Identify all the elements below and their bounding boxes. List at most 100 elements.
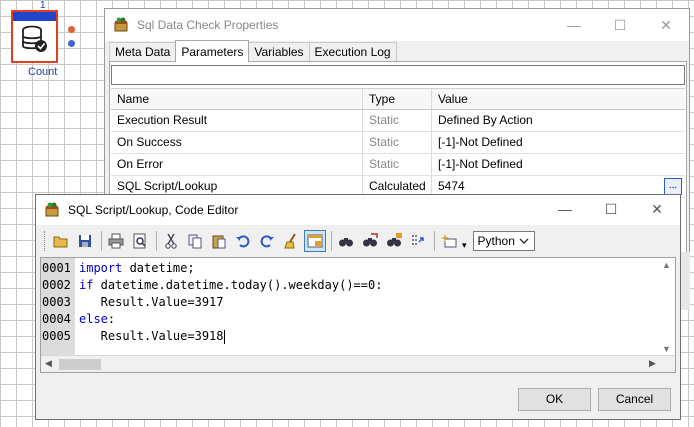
find-next-button[interactable]: [359, 230, 381, 252]
undo-button[interactable]: [232, 230, 254, 252]
scroll-down-icon[interactable]: ▼: [662, 344, 671, 354]
code-text: else:: [75, 311, 115, 328]
node-header-bar: [13, 12, 56, 21]
table-row[interactable]: On Error Static [-1]-Not Defined: [111, 154, 685, 176]
cell-value[interactable]: [-1]-Not Defined: [432, 132, 685, 153]
properties-title: Sql Data Check Properties: [137, 18, 279, 32]
maximize-icon: ☐: [613, 16, 627, 33]
line-number: 0004: [42, 312, 71, 326]
close-button[interactable]: ✕: [643, 9, 689, 41]
replace-icon: [387, 233, 402, 247]
node-error-port[interactable]: [68, 26, 75, 33]
goto-button[interactable]: [407, 230, 429, 252]
cell-value[interactable]: Defined By Action: [432, 110, 685, 131]
paste-icon: [212, 235, 226, 249]
text-caret: [223, 329, 225, 344]
cut-button[interactable]: [160, 230, 182, 252]
line-number: 0002: [42, 278, 71, 292]
maximize-button[interactable]: ☐: [597, 9, 643, 41]
save-icon: [79, 235, 91, 247]
close-button[interactable]: ✕: [634, 194, 680, 224]
cell-name: Execution Result: [111, 110, 363, 131]
ok-button[interactable]: OK: [518, 388, 591, 411]
toolbar-separator: [331, 231, 332, 251]
line-number: 0005: [42, 329, 71, 343]
minimize-button[interactable]: —: [542, 194, 588, 224]
database-check-icon: [22, 25, 47, 52]
code-text: import datetime;: [75, 260, 195, 277]
maximize-icon: ☐: [604, 200, 618, 217]
save-button[interactable]: [74, 230, 96, 252]
cancel-button[interactable]: Cancel: [598, 388, 671, 411]
paste-button[interactable]: [208, 230, 230, 252]
column-header-name[interactable]: Name: [111, 89, 363, 109]
horizontal-scroll-thumb[interactable]: [59, 359, 101, 370]
cell-type: Static: [363, 132, 432, 153]
tab-variables[interactable]: Variables: [248, 42, 310, 62]
maximize-button[interactable]: ☐: [588, 194, 634, 224]
keyword: import: [79, 261, 123, 275]
toolbar-separator: [156, 231, 157, 251]
print-preview-button[interactable]: [129, 230, 151, 252]
code-line: 0002 if datetime.datetime.today().weekda…: [41, 277, 382, 294]
node-success-port[interactable]: [68, 40, 75, 47]
close-icon: ✕: [651, 200, 663, 217]
redo-button[interactable]: [256, 230, 278, 252]
vertical-scrollbar[interactable]: ▲ ▼: [658, 258, 675, 356]
column-header-value[interactable]: Value: [432, 89, 685, 109]
find-next-icon: [363, 233, 378, 247]
toggle-view-button[interactable]: [304, 230, 326, 252]
print-button[interactable]: [105, 230, 127, 252]
cell-value[interactable]: [-1]-Not Defined: [432, 154, 685, 175]
cell-name: On Success: [111, 132, 363, 153]
node-label: Count: [28, 66, 58, 78]
column-header-type[interactable]: Type: [363, 89, 432, 109]
code-editor[interactable]: 0001 import datetime; 0002 if datetime.d…: [40, 257, 676, 373]
sql-check-node[interactable]: [11, 10, 58, 63]
scroll-left-icon[interactable]: ◀: [45, 358, 52, 369]
edit-script-button[interactable]: ...: [664, 178, 682, 195]
scroll-right-icon[interactable]: ▶: [649, 358, 656, 369]
code-rest: datetime;: [122, 261, 195, 275]
properties-titlebar[interactable]: Sql Data Check Properties — ☐ ✕: [105, 9, 689, 41]
clear-button[interactable]: [280, 230, 302, 252]
code-line: 0005 Result.Value=3918: [41, 328, 382, 345]
keyword: if: [79, 278, 94, 292]
print-icon: [108, 233, 124, 249]
code-text: if datetime.datetime.today().weekday()==…: [75, 277, 382, 294]
editor-titlebar[interactable]: SQL Script/Lookup, Code Editor — ☐ ✕: [36, 195, 680, 225]
table-row[interactable]: Execution Result Static Defined By Actio…: [111, 110, 685, 132]
copy-button[interactable]: [184, 230, 206, 252]
find-icon: [339, 238, 353, 247]
parameters-grid: Name Type Value Execution Result Static …: [111, 88, 685, 198]
toolbar-separator: [101, 231, 102, 251]
code-line: 0004 else:: [41, 311, 382, 328]
scroll-up-icon[interactable]: ▲: [662, 260, 671, 270]
goto-icon: [412, 235, 424, 245]
toolbar-grip[interactable]: [44, 231, 47, 251]
properties-tabs: Meta Data Parameters Variables Execution…: [109, 40, 397, 62]
clear-icon: [284, 233, 296, 249]
language-select[interactable]: Python: [472, 231, 535, 251]
grid-header: Name Type Value: [111, 88, 685, 110]
replace-button[interactable]: [383, 230, 405, 252]
horizontal-scrollbar[interactable]: ◀ ▶: [41, 355, 675, 372]
table-row[interactable]: On Success Static [-1]-Not Defined: [111, 132, 685, 154]
insert-button[interactable]: [438, 230, 460, 252]
close-icon: ✕: [660, 16, 672, 33]
minimize-button[interactable]: —: [551, 9, 597, 41]
tab-execution-log[interactable]: Execution Log: [308, 42, 397, 62]
toolbar-overflow-icon[interactable]: ▾: [462, 240, 467, 251]
find-button[interactable]: [335, 230, 357, 252]
undo-icon: [236, 235, 250, 248]
code-rest: Result.Value=3917: [79, 295, 224, 309]
code-editor-window: SQL Script/Lookup, Code Editor — ☐ ✕ ▾ P…: [35, 194, 681, 420]
open-button[interactable]: [50, 230, 72, 252]
editor-toolbar: ▾ Python: [40, 228, 676, 254]
filter-input[interactable]: [111, 65, 685, 85]
tab-parameters[interactable]: Parameters: [175, 40, 250, 62]
tab-meta-data[interactable]: Meta Data: [109, 42, 177, 62]
cell-value-text: 5474: [438, 179, 465, 193]
toolbar-separator: [434, 231, 435, 251]
language-select-value: Python: [477, 234, 515, 248]
